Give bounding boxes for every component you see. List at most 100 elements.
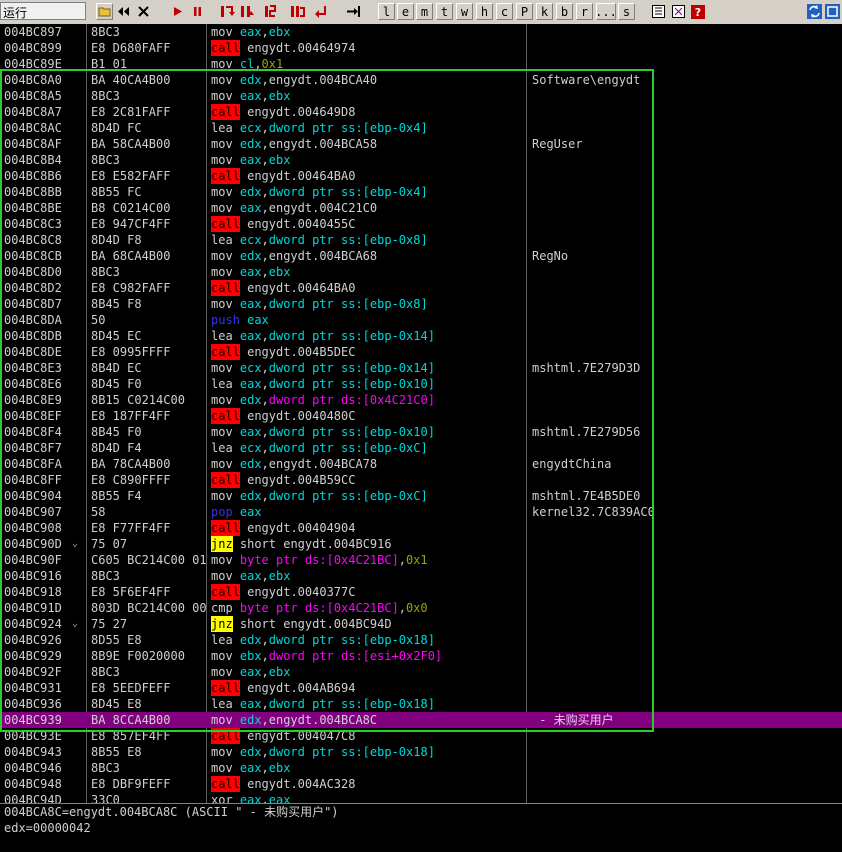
row-address: 004BC94D [4, 793, 62, 803]
pause-icon[interactable] [189, 3, 206, 20]
disassembly-row[interactable]: 004BC8B4 8BC3 mov eax, ebx [0, 152, 842, 168]
disassembly-row[interactable]: 004BC8F4 8B45 F0 mov eax, dword ptr ss:[ebp-… [0, 424, 842, 440]
disassembly-row[interactable]: 004BC946 8BC3 mov eax, ebx [0, 760, 842, 776]
executable-modules-button[interactable]: e [397, 3, 414, 20]
disassembly-row[interactable]: 004BC8E3 8B4D EC mov ecx, dword ptr ss:[ebp-… [0, 360, 842, 376]
disassembly-row[interactable]: 004BC916 8BC3 mov eax, ebx [0, 568, 842, 584]
row-mnemonic: lea [211, 441, 233, 455]
disassembly-row[interactable]: 004BC8A0 BA 40CA4B00 mov edx ,engydt.004BCA4… [0, 72, 842, 88]
disassembly-row[interactable]: 004BC918 E8 5F6EF4FF call engydt.0040377C [0, 584, 842, 600]
disassembly-row[interactable]: 004BC8F7 8D4D F4 lea ecx, dword ptr ss:[ebp-… [0, 440, 842, 456]
threads-button[interactable]: t [436, 3, 453, 20]
disassembly-row[interactable]: 004BC931 E8 5EEDFEFF call engydt.004AB694 [0, 680, 842, 696]
disassembly-row[interactable]: 004BC8D0 8BC3 mov eax, ebx [0, 264, 842, 280]
list-options-icon[interactable] [650, 3, 667, 20]
refresh-icon[interactable] [806, 3, 823, 20]
disassembly-row[interactable]: 004BC926 8D55 E8 lea edx, dword ptr ss:[ebp-… [0, 632, 842, 648]
disassembly-row[interactable]: 004BC899 E8 D680FAFF call engydt.00464974 [0, 40, 842, 56]
disassembly-row[interactable]: 004BC8DE E8 0995FFFF call engydt.004B5DEC [0, 344, 842, 360]
disassembly-row-selected[interactable]: 004BC939 BA 8CCA4B00 mov edx ,engydt.004BCA8… [0, 712, 842, 728]
references-button[interactable]: r [576, 3, 593, 20]
disassembly-row[interactable]: 004BC897 8BC3 mov eax, ebx [0, 24, 842, 40]
row-address: 004BC931 [4, 681, 62, 695]
goto-address-icon[interactable] [345, 3, 362, 20]
disassembly-row[interactable]: 004BC948 E8 DBF9FEFF call engydt.004AC328 [0, 776, 842, 792]
row-operand: eax [239, 297, 262, 311]
row-address: 004BC8FF [4, 473, 62, 487]
row-operand: edx [239, 249, 262, 263]
disassembly-row[interactable]: 004BC929 8B9E F0020000 mov ebx, dword ptr ds… [0, 648, 842, 664]
row-hex-bytes: B8 C0214C00 [91, 201, 171, 215]
disassembly-row[interactable]: 004BC93E E8 857EF4FF call engydt.004047C8 [0, 728, 842, 744]
disassembly-row[interactable]: 004BC8D2 E8 C982FAFF call engydt.00464BA0 [0, 280, 842, 296]
trace-over-icon[interactable] [289, 3, 306, 20]
cpu-button[interactable]: c [496, 3, 513, 20]
disassembly-row[interactable]: 004BC8BB 8B55 FC mov edx, dword ptr ss:[ebp-… [0, 184, 842, 200]
close-icon[interactable] [135, 3, 152, 20]
step-into-icon[interactable] [219, 3, 236, 20]
log-window-button[interactable]: l [378, 3, 395, 20]
memory-map-button[interactable]: m [416, 3, 433, 20]
disassembly-row[interactable]: 004BC8CB BA 68CA4B00 mov edx ,engydt.004BCA6… [0, 248, 842, 264]
run-icon[interactable] [169, 3, 186, 20]
handles-button[interactable]: h [476, 3, 493, 20]
disassembly-row[interactable]: 004BC904 8B55 F4 mov edx, dword ptr ss:[ebp-… [0, 488, 842, 504]
disassembly-row[interactable]: 004BC92F 8BC3 mov eax, ebx [0, 664, 842, 680]
row-mnemonic: call [211, 40, 240, 56]
disassembly-row[interactable]: 004BC8AF BA 58CA4B00 mov edx ,engydt.004BCA5… [0, 136, 842, 152]
disassembly-row[interactable]: 004BC8B6 E8 E582FAFF call engydt.00464BA0 [0, 168, 842, 184]
row-hex-bytes: BA 8CCA4B00 [91, 713, 171, 727]
row-comment: Software\engydt [532, 73, 641, 87]
disassembly-row[interactable]: 004BC94D 33C0 xor eax, eax [0, 792, 842, 803]
step-over-icon[interactable] [239, 3, 256, 20]
run-trace-button[interactable]: ... [595, 3, 617, 20]
window-options-icon[interactable] [824, 3, 841, 20]
disassembly-row[interactable]: 004BC89E B1 01 mov cl, 0x1 [0, 56, 842, 72]
disassembly-row[interactable]: 004BC8AC 8D4D FC lea ecx, dword ptr ss:[ebp-… [0, 120, 842, 136]
disassembly-row[interactable]: 004BC936 8D45 E8 lea eax, dword ptr ss:[ebp-… [0, 696, 842, 712]
row-mnemonic: xor [211, 793, 233, 803]
appearance-icon[interactable] [670, 3, 687, 20]
disassembly-row[interactable]: 004BC8A7 E8 2C81FAFF call engydt.004649D8 [0, 104, 842, 120]
disassembly-row[interactable]: 004BC8E9 8B15 C0214C00 mov edx, dword ptr ds… [0, 392, 842, 408]
disassembly-row[interactable]: 004BC8DB 8D45 EC lea eax, dword ptr ss:[ebp-… [0, 328, 842, 344]
disassembly-row[interactable]: 004BC8EF E8 187FF4FF call engydt.0040480C [0, 408, 842, 424]
breakpoints-button[interactable]: b [556, 3, 573, 20]
disassembly-row[interactable]: 004BC90D ⌄ 75 07 jnz short engydt.004BC916 [0, 536, 842, 552]
help-icon[interactable]: ? [689, 3, 706, 20]
windows-button[interactable]: w [456, 3, 473, 20]
row-operand: ,engydt.004BCA40 [261, 73, 378, 87]
trace-into-icon[interactable] [263, 3, 280, 20]
row-hex-bytes: E8 2C81FAFF [91, 105, 171, 119]
disassembly-row[interactable]: 004BC8C3 E8 947CF4FF call engydt.0040455C [0, 216, 842, 232]
row-address: 004BC8AC [4, 121, 62, 135]
disassembly-row[interactable]: 004BC8FA BA 78CA4B00 mov edx ,engydt.004BCA7… [0, 456, 842, 472]
execute-till-return-icon[interactable] [313, 3, 330, 20]
disassembly-row[interactable]: 004BC908 E8 F77FF4FF call engydt.00404904 [0, 520, 842, 536]
disassembly-row[interactable]: 004BC8C8 8D4D F8 lea ecx, dword ptr ss:[ebp-… [0, 232, 842, 248]
call-stack-button[interactable]: k [536, 3, 553, 20]
disassembly-row[interactable]: 004BC91D 803D BC214C00 00 cmp byte ptr ds:[… [0, 600, 842, 616]
row-mnemonic: call [211, 168, 240, 184]
disassembly-row[interactable]: 004BC90F C605 BC214C00 01 mov byte ptr ds:[… [0, 552, 842, 568]
row-operand: dword ptr ss:[ebp-0x10] [268, 377, 435, 391]
row-address: 004BC8F4 [4, 425, 62, 439]
disassembly-row[interactable]: 004BC907 58 pop eax kernel32.7C839AC0 [0, 504, 842, 520]
disassembly-row[interactable]: 004BC8DA 50 push eax [0, 312, 842, 328]
disassembly-row[interactable]: 004BC8BE B8 C0214C00 mov eax ,engydt.004C21C… [0, 200, 842, 216]
patches-button[interactable]: P [516, 3, 533, 20]
source-button[interactable]: s [618, 3, 635, 20]
disassembly-row[interactable]: 004BC943 8B55 E8 mov edx, dword ptr ss:[ebp-… [0, 744, 842, 760]
disassembly-row[interactable]: 004BC8FF E8 C890FFFF call engydt.004B59CC [0, 472, 842, 488]
restart-icon[interactable] [115, 3, 132, 20]
row-hex-bytes: 8D45 F0 [91, 377, 142, 391]
disassembly-row[interactable]: 004BC8A5 8BC3 mov eax, ebx [0, 88, 842, 104]
disassembly-pane[interactable]: 004BC897 8BC3 mov eax, ebx 004BC899 E8 D680FAF… [0, 24, 842, 803]
row-mnemonic: call [211, 344, 240, 360]
disassembly-row[interactable]: 004BC924 ⌄ 75 27 jnz short engydt.004BC94D [0, 616, 842, 632]
row-comment: mshtml.7E279D56 [532, 425, 641, 439]
row-address: 004BC8E9 [4, 393, 62, 407]
open-file-icon[interactable] [96, 3, 113, 20]
disassembly-row[interactable]: 004BC8D7 8B45 F8 mov eax, dword ptr ss:[ebp-… [0, 296, 842, 312]
disassembly-row[interactable]: 004BC8E6 8D45 F0 lea eax, dword ptr ss:[ebp-… [0, 376, 842, 392]
